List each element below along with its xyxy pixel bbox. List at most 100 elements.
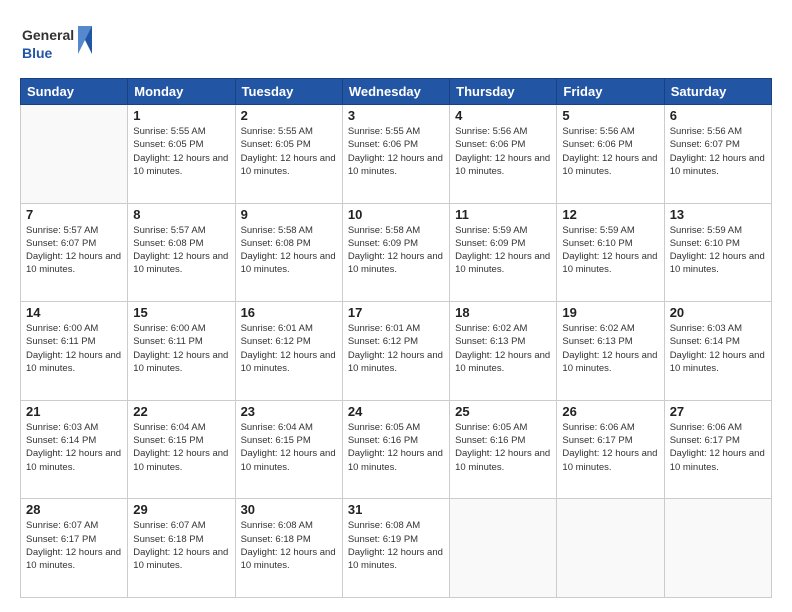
column-header-sunday: Sunday	[21, 79, 128, 105]
day-info: Sunrise: 5:56 AMSunset: 6:06 PMDaylight:…	[455, 125, 551, 178]
svg-text:Blue: Blue	[22, 45, 53, 61]
day-number: 5	[562, 108, 658, 123]
day-info: Sunrise: 6:07 AMSunset: 6:18 PMDaylight:…	[133, 519, 229, 572]
day-number: 28	[26, 502, 122, 517]
day-info: Sunrise: 6:01 AMSunset: 6:12 PMDaylight:…	[241, 322, 337, 375]
calendar-cell: 9 Sunrise: 5:58 AMSunset: 6:08 PMDaylight…	[235, 203, 342, 302]
svg-text:General: General	[22, 27, 74, 43]
day-info: Sunrise: 6:06 AMSunset: 6:17 PMDaylight:…	[670, 421, 766, 474]
day-number: 9	[241, 207, 337, 222]
day-info: Sunrise: 6:08 AMSunset: 6:19 PMDaylight:…	[348, 519, 444, 572]
day-number: 19	[562, 305, 658, 320]
day-number: 23	[241, 404, 337, 419]
calendar-cell: 10Sunrise: 5:58 AMSunset: 6:09 PMDayligh…	[342, 203, 449, 302]
calendar-cell: 11 Sunrise: 5:59 AMSunset: 6:09 PMDayligh…	[450, 203, 557, 302]
day-info: Sunrise: 6:03 AMSunset: 6:14 PMDaylight:…	[26, 421, 122, 474]
column-header-thursday: Thursday	[450, 79, 557, 105]
day-number: 13	[670, 207, 766, 222]
day-number: 16	[241, 305, 337, 320]
calendar-cell: 2Sunrise: 5:55 AMSunset: 6:05 PMDaylight…	[235, 105, 342, 204]
day-info: Sunrise: 5:56 AMSunset: 6:07 PMDaylight:…	[670, 125, 766, 178]
day-info: Sunrise: 6:05 AMSunset: 6:16 PMDaylight:…	[455, 421, 551, 474]
day-number: 30	[241, 502, 337, 517]
day-info: Sunrise: 6:04 AMSunset: 6:15 PMDaylight:…	[241, 421, 337, 474]
calendar-week-row: 21 Sunrise: 6:03 AMSunset: 6:14 PMDayligh…	[21, 400, 772, 499]
calendar-cell: 7 Sunrise: 5:57 AMSunset: 6:07 PMDaylight…	[21, 203, 128, 302]
day-info: Sunrise: 5:58 AMSunset: 6:08 PMDaylight:…	[241, 224, 337, 277]
calendar-cell	[557, 499, 664, 598]
calendar-cell: 12 Sunrise: 5:59 AMSunset: 6:10 PMDayligh…	[557, 203, 664, 302]
calendar-cell: 20Sunrise: 6:03 AMSunset: 6:14 PMDayligh…	[664, 302, 771, 401]
day-number: 3	[348, 108, 444, 123]
day-info: Sunrise: 6:02 AMSunset: 6:13 PMDaylight:…	[562, 322, 658, 375]
header: General Blue	[20, 18, 772, 68]
day-info: Sunrise: 6:08 AMSunset: 6:18 PMDaylight:…	[241, 519, 337, 572]
day-info: Sunrise: 5:55 AMSunset: 6:05 PMDaylight:…	[133, 125, 229, 178]
calendar-week-row: 14Sunrise: 6:00 AMSunset: 6:11 PMDayligh…	[21, 302, 772, 401]
calendar-cell: 13 Sunrise: 5:59 AMSunset: 6:10 PMDayligh…	[664, 203, 771, 302]
day-number: 15	[133, 305, 229, 320]
day-number: 11	[455, 207, 551, 222]
logo: General Blue	[20, 18, 120, 68]
day-number: 6	[670, 108, 766, 123]
calendar-cell: 21 Sunrise: 6:03 AMSunset: 6:14 PMDayligh…	[21, 400, 128, 499]
calendar-cell: 18 Sunrise: 6:02 AMSunset: 6:13 PMDayligh…	[450, 302, 557, 401]
day-info: Sunrise: 5:55 AMSunset: 6:06 PMDaylight:…	[348, 125, 444, 178]
day-number: 26	[562, 404, 658, 419]
calendar-cell: 27Sunrise: 6:06 AMSunset: 6:17 PMDayligh…	[664, 400, 771, 499]
day-info: Sunrise: 6:06 AMSunset: 6:17 PMDaylight:…	[562, 421, 658, 474]
day-number: 24	[348, 404, 444, 419]
calendar-cell: 31 Sunrise: 6:08 AMSunset: 6:19 PMDayligh…	[342, 499, 449, 598]
day-number: 22	[133, 404, 229, 419]
day-info: Sunrise: 6:04 AMSunset: 6:15 PMDaylight:…	[133, 421, 229, 474]
day-number: 18	[455, 305, 551, 320]
logo-block: General Blue	[20, 18, 120, 68]
calendar-week-row: 7 Sunrise: 5:57 AMSunset: 6:07 PMDaylight…	[21, 203, 772, 302]
day-info: Sunrise: 5:57 AMSunset: 6:07 PMDaylight:…	[26, 224, 122, 277]
day-number: 31	[348, 502, 444, 517]
day-info: Sunrise: 5:59 AMSunset: 6:10 PMDaylight:…	[670, 224, 766, 277]
day-number: 10	[348, 207, 444, 222]
day-info: Sunrise: 5:56 AMSunset: 6:06 PMDaylight:…	[562, 125, 658, 178]
calendar-header-row: SundayMondayTuesdayWednesdayThursdayFrid…	[21, 79, 772, 105]
day-number: 4	[455, 108, 551, 123]
day-info: Sunrise: 5:55 AMSunset: 6:05 PMDaylight:…	[241, 125, 337, 178]
day-info: Sunrise: 5:59 AMSunset: 6:10 PMDaylight:…	[562, 224, 658, 277]
calendar-week-row: 1Sunrise: 5:55 AMSunset: 6:05 PMDaylight…	[21, 105, 772, 204]
column-header-tuesday: Tuesday	[235, 79, 342, 105]
calendar-cell: 25 Sunrise: 6:05 AMSunset: 6:16 PMDayligh…	[450, 400, 557, 499]
day-number: 17	[348, 305, 444, 320]
logo-svg: General Blue	[20, 18, 120, 70]
column-header-monday: Monday	[128, 79, 235, 105]
day-number: 8	[133, 207, 229, 222]
calendar-cell: 28 Sunrise: 6:07 AMSunset: 6:17 PMDayligh…	[21, 499, 128, 598]
calendar-cell: 24 Sunrise: 6:05 AMSunset: 6:16 PMDayligh…	[342, 400, 449, 499]
day-info: Sunrise: 5:59 AMSunset: 6:09 PMDaylight:…	[455, 224, 551, 277]
day-number: 12	[562, 207, 658, 222]
page: General Blue SundayMondayTuesdayWednesda…	[0, 0, 792, 612]
calendar-cell: 3 Sunrise: 5:55 AMSunset: 6:06 PMDaylight…	[342, 105, 449, 204]
calendar-cell: 14Sunrise: 6:00 AMSunset: 6:11 PMDayligh…	[21, 302, 128, 401]
column-header-wednesday: Wednesday	[342, 79, 449, 105]
day-info: Sunrise: 6:05 AMSunset: 6:16 PMDaylight:…	[348, 421, 444, 474]
calendar-cell: 15Sunrise: 6:00 AMSunset: 6:11 PMDayligh…	[128, 302, 235, 401]
calendar-cell: 8Sunrise: 5:57 AMSunset: 6:08 PMDaylight…	[128, 203, 235, 302]
day-info: Sunrise: 6:02 AMSunset: 6:13 PMDaylight:…	[455, 322, 551, 375]
column-header-friday: Friday	[557, 79, 664, 105]
calendar-cell: 29Sunrise: 6:07 AMSunset: 6:18 PMDayligh…	[128, 499, 235, 598]
calendar-cell	[664, 499, 771, 598]
calendar-cell: 6 Sunrise: 5:56 AMSunset: 6:07 PMDaylight…	[664, 105, 771, 204]
day-number: 21	[26, 404, 122, 419]
calendar-cell: 30 Sunrise: 6:08 AMSunset: 6:18 PMDayligh…	[235, 499, 342, 598]
calendar-cell: 17 Sunrise: 6:01 AMSunset: 6:12 PMDayligh…	[342, 302, 449, 401]
day-info: Sunrise: 6:01 AMSunset: 6:12 PMDaylight:…	[348, 322, 444, 375]
calendar-cell: 4 Sunrise: 5:56 AMSunset: 6:06 PMDaylight…	[450, 105, 557, 204]
day-info: Sunrise: 6:07 AMSunset: 6:17 PMDaylight:…	[26, 519, 122, 572]
calendar-table: SundayMondayTuesdayWednesdayThursdayFrid…	[20, 78, 772, 598]
day-number: 7	[26, 207, 122, 222]
day-number: 25	[455, 404, 551, 419]
day-info: Sunrise: 6:00 AMSunset: 6:11 PMDaylight:…	[26, 322, 122, 375]
calendar-week-row: 28 Sunrise: 6:07 AMSunset: 6:17 PMDayligh…	[21, 499, 772, 598]
calendar-cell: 22 Sunrise: 6:04 AMSunset: 6:15 PMDayligh…	[128, 400, 235, 499]
day-info: Sunrise: 6:03 AMSunset: 6:14 PMDaylight:…	[670, 322, 766, 375]
